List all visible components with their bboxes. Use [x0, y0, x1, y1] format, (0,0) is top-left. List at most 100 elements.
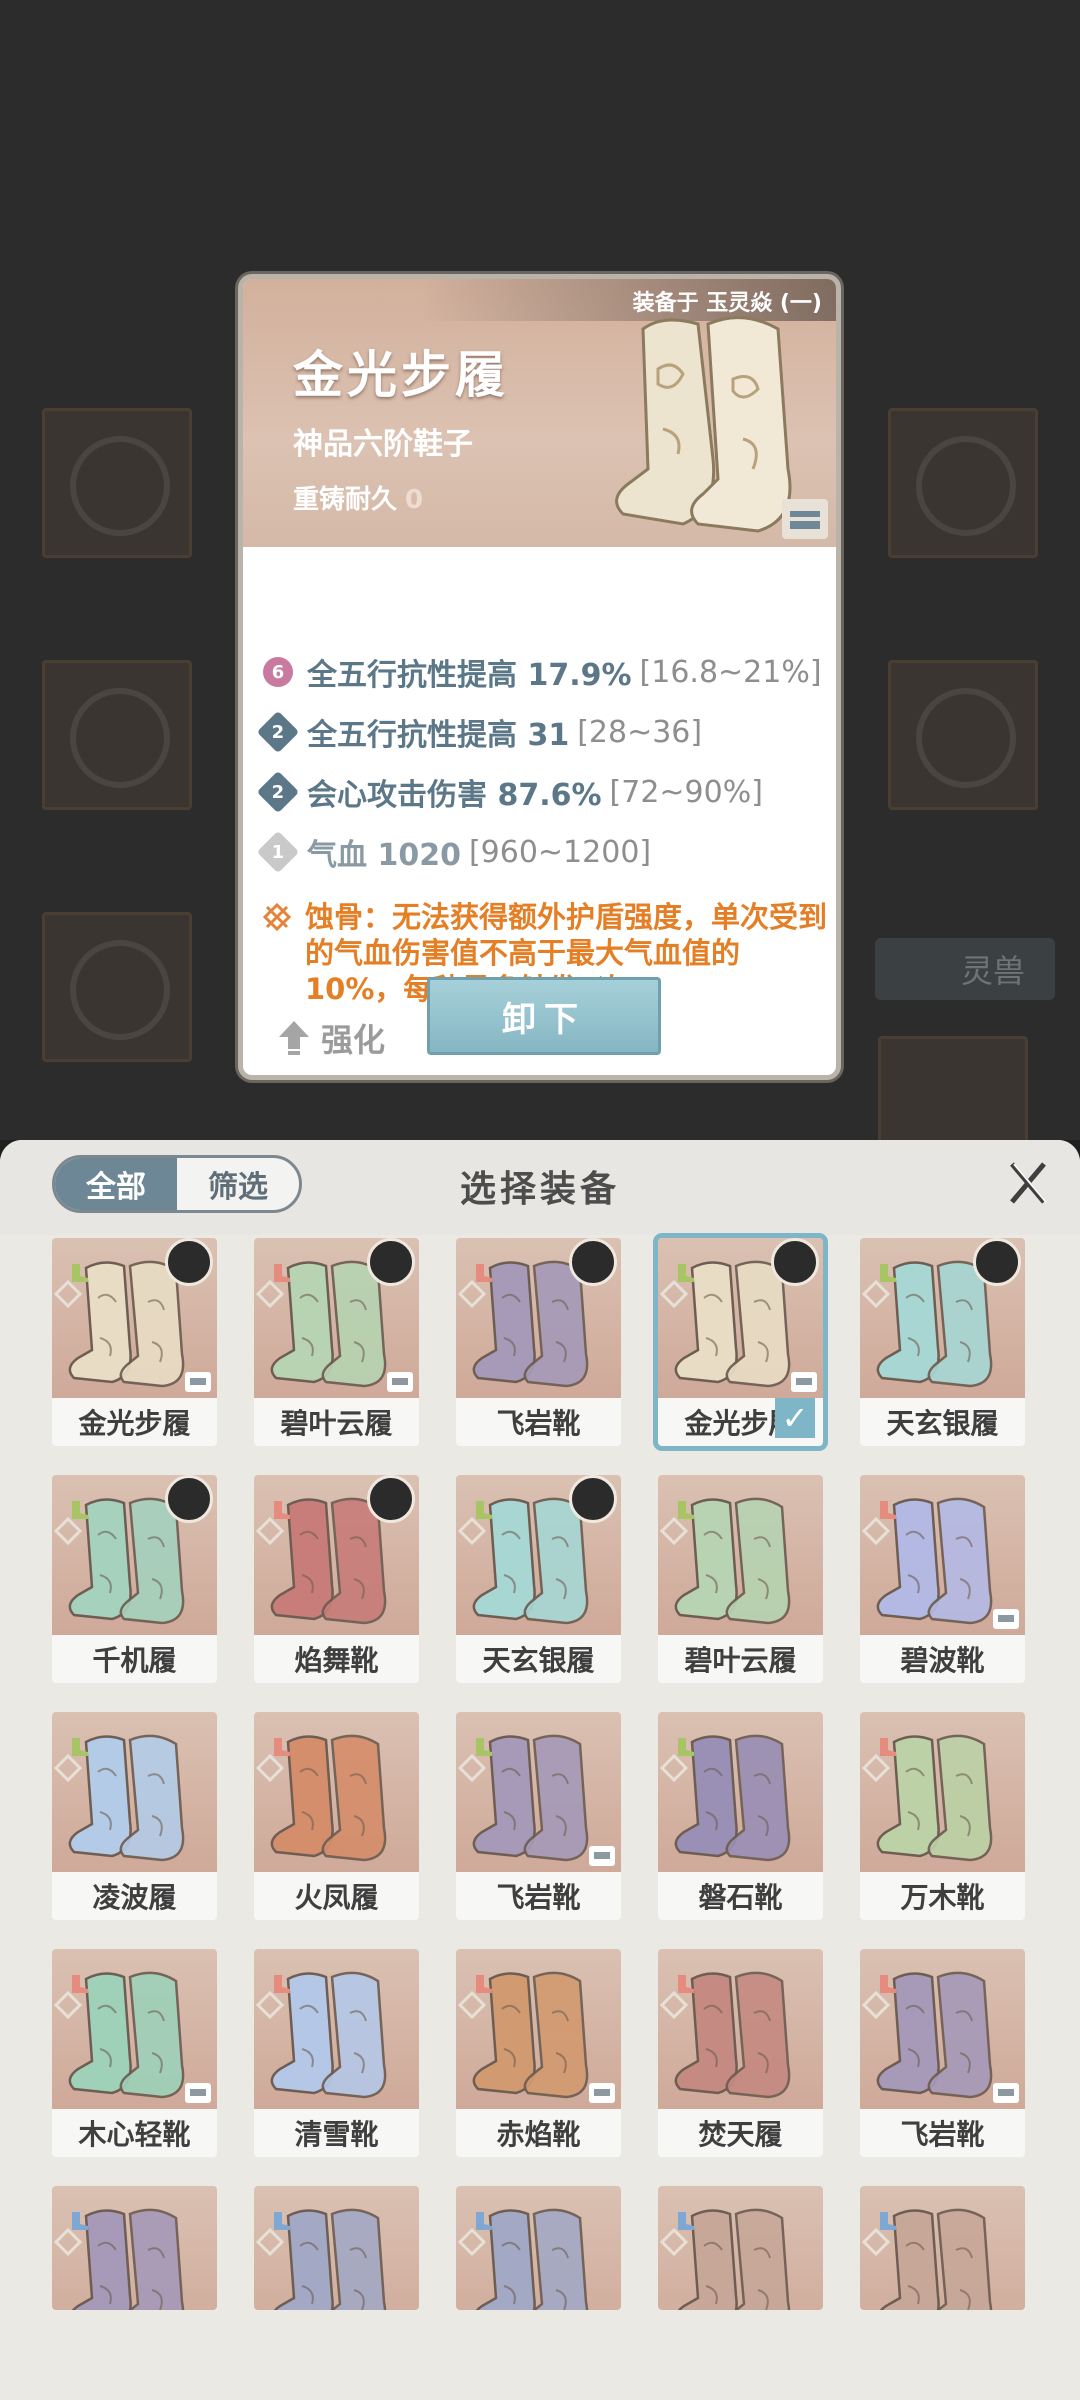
item-image: [52, 1712, 217, 1872]
recast-durability: 重铸耐久 0: [293, 479, 423, 516]
item-image: [254, 1238, 419, 1398]
item-image: [658, 1475, 823, 1635]
item-name: 金光步履: [293, 346, 509, 404]
equipment-item[interactable]: 金光步履 ✓: [653, 1233, 828, 1451]
item-label: 碧叶云履: [684, 1644, 797, 1677]
special-effect-icon: [262, 902, 292, 933]
boots-slot-icon: [662, 2190, 694, 2230]
recast-value: 0: [405, 485, 424, 515]
bg-pet-tab: 灵兽: [875, 938, 1055, 1000]
equipment-item[interactable]: 碧叶云履: [658, 1475, 823, 1683]
item-image: [254, 2186, 419, 2310]
equipment-item[interactable]: 焰舞靴: [254, 1475, 419, 1683]
item-label: 碧波靴: [900, 1644, 985, 1677]
equipment-item[interactable]: 磐石靴: [658, 1712, 823, 1920]
bg-equip-slot: [888, 408, 1038, 558]
boots-slot-icon: [662, 1242, 694, 1282]
panel-title: 选择装备: [459, 1169, 620, 1210]
equipment-item[interactable]: 凌波履: [52, 1712, 217, 1920]
boots-slot-icon: [864, 1479, 896, 1519]
equipment-item[interactable]: 木心轻靴: [52, 1949, 217, 2157]
storage-box-icon: [993, 2083, 1019, 2103]
item-image: [860, 1475, 1025, 1635]
item-label: 焚天履: [698, 2118, 783, 2151]
item-image: [860, 1712, 1025, 1872]
equipment-item[interactable]: 焚天履: [658, 1949, 823, 2157]
equipment-item[interactable]: [658, 2186, 823, 2310]
upgrade-button[interactable]: 强化: [277, 1015, 385, 1061]
equipment-item[interactable]: [52, 2186, 217, 2310]
item-label: 飞岩靴: [900, 2118, 985, 2151]
boots-slot-icon: [56, 1242, 88, 1282]
equipment-item[interactable]: 碧叶云履: [254, 1238, 419, 1446]
item-image: [52, 1949, 217, 2109]
item-label: 天玄银履: [886, 1407, 999, 1440]
boots-slot-icon: [864, 1716, 896, 1756]
item-image: [456, 2186, 621, 2310]
equipment-item[interactable]: 火凤履: [254, 1712, 419, 1920]
item-label: 金光步履: [78, 1407, 191, 1440]
stat-range: [960~1200]: [468, 834, 652, 870]
item-label: 磐石靴: [698, 1881, 783, 1914]
boots-slot-icon: [662, 1716, 694, 1756]
item-label: 木心轻靴: [78, 2118, 191, 2151]
boots-slot-icon: [56, 1953, 88, 1993]
wearer-avatar: [771, 1238, 819, 1286]
item-image: [52, 2186, 217, 2310]
equipment-item[interactable]: [254, 2186, 419, 2310]
item-image: [254, 1475, 419, 1635]
stat-range: [28~36]: [577, 714, 703, 750]
wearer-avatar: [165, 1238, 213, 1286]
bg-equip-slot: [42, 660, 192, 810]
boots-slot-icon: [864, 1242, 896, 1282]
stat-text: 全五行抗性提高 31: [307, 718, 570, 753]
item-image: [456, 1712, 621, 1872]
unequip-button[interactable]: 卸下: [427, 977, 661, 1055]
equipment-item[interactable]: 天玄银履: [860, 1238, 1025, 1446]
equipment-item[interactable]: 飞岩靴: [456, 1238, 621, 1446]
stat-grade-icon: 2: [256, 710, 300, 754]
upgrade-label: 强化: [321, 1021, 386, 1059]
wearer-avatar: [973, 1238, 1021, 1286]
wearer-avatar: [367, 1238, 415, 1286]
item-image: [658, 1712, 823, 1872]
stat-range: [16.8~21%]: [639, 654, 822, 690]
equipment-item[interactable]: 赤焰靴: [456, 1949, 621, 2157]
equipment-item[interactable]: 万木靴: [860, 1712, 1025, 1920]
boots-slot-icon: [662, 1479, 694, 1519]
bg-equip-slot: [42, 408, 192, 558]
stat-row: 1 气血 1020 [960~1200]: [256, 829, 652, 875]
bg-equip-slot: [42, 912, 192, 1062]
item-detail-card: 装备于 玉灵焱 (一) 金光步履 神品六阶鞋子 重铸耐久 0 6 全五行抗性提高 …: [238, 274, 841, 1080]
item-label: 飞岩靴: [496, 1881, 581, 1914]
equipment-item[interactable]: 清雪靴: [254, 1949, 419, 2157]
boots-slot-icon: [460, 1242, 492, 1282]
stat-grade-icon: 6: [263, 657, 293, 687]
boots-slot-icon: [864, 2190, 896, 2230]
boots-slot-icon: [258, 1242, 290, 1282]
boots-slot-icon: [864, 1953, 896, 1993]
boots-slot-icon: [662, 1953, 694, 1993]
equipment-item[interactable]: [860, 2186, 1025, 2310]
equipment-item[interactable]: 金光步履: [52, 1238, 217, 1446]
equipment-item[interactable]: 天玄银履: [456, 1475, 621, 1683]
upgrade-arrow-icon: [279, 1021, 309, 1055]
recast-label: 重铸耐久: [293, 485, 398, 515]
wearer-avatar: [569, 1475, 617, 1523]
boots-slot-icon: [258, 1953, 290, 1993]
equipment-item[interactable]: 飞岩靴: [456, 1712, 621, 1920]
stat-range: [72~90%]: [609, 774, 763, 810]
checkmark-icon: ✓: [775, 1398, 815, 1438]
storage-box-icon: [791, 1372, 817, 1392]
equipment-item[interactable]: 千机履: [52, 1475, 217, 1683]
item-label: 清雪靴: [294, 2118, 379, 2151]
equipment-item[interactable]: 碧波靴: [860, 1475, 1025, 1683]
close-icon[interactable]: [1006, 1158, 1050, 1208]
panel-header: 全部 筛选 选择装备: [0, 1140, 1080, 1235]
equipment-item[interactable]: [456, 2186, 621, 2310]
equipment-item[interactable]: 飞岩靴: [860, 1949, 1025, 2157]
boots-slot-icon: [460, 2190, 492, 2230]
boots-slot-icon: [258, 1716, 290, 1756]
storage-box-icon[interactable]: [782, 499, 828, 539]
boots-slot-icon: [56, 2190, 88, 2230]
